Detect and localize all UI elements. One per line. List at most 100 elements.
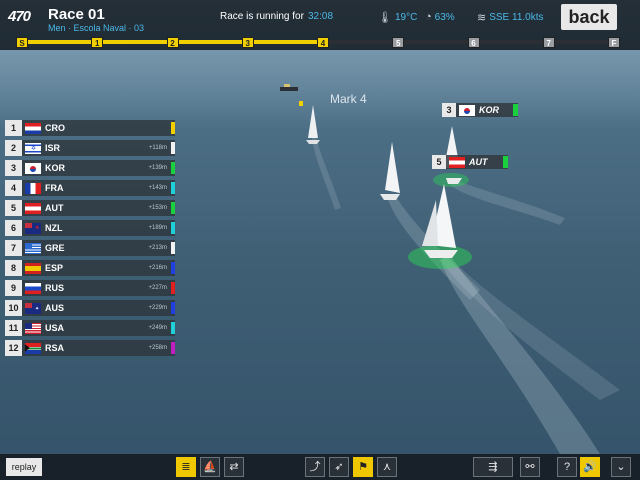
boat-compare-button[interactable]: ⇄ (224, 457, 244, 477)
race-subtitle: Men · Escola Naval · 03 (48, 23, 145, 33)
leaderboard-row[interactable]: 3 KOR +139m (5, 160, 175, 176)
track-mark-4: 4 (317, 37, 329, 48)
flag-usa-icon (25, 322, 41, 334)
leaderboard-row[interactable]: 12 RSA +258m (5, 340, 175, 356)
thermometer-icon: 🌡 (378, 12, 392, 24)
leaderboard-color-tab (171, 342, 175, 354)
leaderboard: 1 CRO 2 ✡ ISR +118m 3 KOR +139m 4 FRA +143m 5 AUT +153… (5, 120, 175, 360)
windsock-icon: ⚑ (358, 461, 368, 473)
sound-button[interactable]: 🔊 (580, 457, 600, 477)
leaderboard-gap: +249m (148, 325, 167, 331)
humidity-stat: ◔ 63% (425, 11, 455, 23)
leaderboard-row[interactable]: 7 GRE +213m (5, 240, 175, 256)
boat-wake (312, 136, 341, 210)
top-bar: 470 Race 01 Men · Escola Naval · 03 Race… (0, 0, 640, 50)
list-icon: ≣ (181, 461, 191, 473)
track-segment (18, 40, 94, 44)
leaderboard-gap: +229m (148, 305, 167, 311)
leaderboard-color-tab (171, 302, 175, 314)
leaderboard-position: 3 (5, 160, 22, 176)
boat-3 (380, 142, 400, 200)
boat-wake (450, 180, 565, 225)
leaderboard-position: 11 (5, 320, 22, 336)
leaderboard-gap: +216m (148, 265, 167, 271)
chevron-down-icon: ⌄ (616, 461, 626, 473)
flag-fra-icon (25, 182, 41, 194)
leaderboard-toggle-button[interactable]: ≣ (176, 457, 196, 477)
track-mark-f: F (608, 37, 620, 48)
follow-boat-icon: ⇶ (488, 461, 498, 473)
binoculars-icon: ⚯ (525, 461, 535, 473)
leaderboard-position: 6 (5, 220, 22, 236)
leaderboard-color-tab (171, 182, 175, 194)
running-label: Race is running for (220, 11, 304, 22)
leaderboard-position: 8 (5, 260, 22, 276)
race-progress-track: S 1 2 3 4 5 6 7 F (16, 37, 620, 48)
track-segment (469, 40, 545, 44)
leaderboard-gap: +227m (148, 285, 167, 291)
speaker-icon: 🔊 (583, 461, 597, 473)
track-segment (93, 40, 169, 44)
wind-value: SSE 11.0kts (489, 12, 544, 23)
leaderboard-row[interactable]: 4 FRA +143m (5, 180, 175, 196)
leaderboard-position: 1 (5, 120, 22, 136)
boat-tag-code: KOR (479, 105, 499, 115)
track-mark-6: 6 (467, 37, 480, 48)
wind-stat: ≋ SSE 11.0kts (477, 11, 544, 24)
leaderboard-country: ISR (45, 143, 61, 153)
leaderboard-country: NZL (45, 223, 63, 233)
leaderboard-row[interactable]: 11 USA +249m (5, 320, 175, 336)
follow-boat-button[interactable]: ⇶ (473, 457, 513, 477)
running-time: 32:08 (308, 11, 334, 22)
leaderboard-row[interactable]: 10 ✦ AUS +229m (5, 300, 175, 316)
track-mark-7: 7 (542, 37, 555, 48)
flag-esp-icon (25, 262, 41, 274)
track-segment (319, 40, 395, 44)
motorboat-cabin (284, 84, 290, 87)
boat-info-button[interactable]: ⛵ (200, 457, 220, 477)
leaderboard-position: 5 (5, 200, 22, 216)
windsock-view-button[interactable]: ⚑ (353, 457, 373, 477)
binoculars-button[interactable]: ⚯ (520, 457, 540, 477)
bottom-toolbar: replay ≣ ⛵ ⇄ ⤴ ➶ ⚑ ⋏ ⇶ ⚯? 🔊 ⌄ (0, 454, 640, 480)
leaderboard-color-tab (171, 322, 175, 334)
leaderboard-row[interactable]: 6 ★ NZL +189m (5, 220, 175, 236)
leaderboard-gap: +143m (148, 185, 167, 191)
leaderboard-row[interactable]: 9 RUS +227m (5, 280, 175, 296)
boat-info-icon: ⛵ (203, 461, 217, 473)
class-logo: 470 (8, 8, 31, 25)
leaderboard-color-tab (171, 162, 175, 174)
replay-button[interactable]: replay (6, 458, 42, 476)
leaderboard-position: 4 (5, 180, 22, 196)
wind-view-button[interactable]: ➶ (329, 457, 349, 477)
wind-icon: ≋ (477, 12, 487, 24)
leaderboard-row[interactable]: 1 CRO (5, 120, 175, 136)
wind-icon: ➶ (334, 461, 344, 473)
leaderboard-position: 9 (5, 280, 22, 296)
boat-tag-aut[interactable]: 5 AUT (432, 155, 508, 169)
course-view-button[interactable]: ⤴ (305, 457, 325, 477)
leaderboard-gap: +118m (148, 145, 167, 151)
leaderboard-gap: +153m (148, 205, 167, 211)
boat-tag-kor[interactable]: 3 KOR (442, 103, 518, 117)
leaderboard-row[interactable]: 5 AUT +153m (5, 200, 175, 216)
leaderboard-gap: +213m (148, 245, 167, 251)
boat-tag-color (503, 156, 508, 168)
leaderboard-country: KOR (45, 163, 65, 173)
leaderboard-row[interactable]: 8 ESP +216m (5, 260, 175, 276)
leaderboard-color-tab (171, 222, 175, 234)
track-mark-5: 5 (392, 37, 405, 48)
marks-view-button[interactable]: ⋏ (377, 457, 397, 477)
leaderboard-row[interactable]: 2 ✡ ISR +118m (5, 140, 175, 156)
flag-rus-icon (25, 282, 41, 294)
boat-tag-position: 5 (432, 155, 446, 169)
flag-kor-icon (25, 162, 41, 174)
help-button[interactable]: ? (557, 457, 577, 477)
back-button[interactable]: back (561, 4, 617, 30)
leaderboard-position: 12 (5, 340, 22, 356)
leaderboard-country: FRA (45, 183, 64, 193)
mark-label: Mark 4 (330, 92, 367, 106)
track-segment (168, 40, 244, 44)
race-title: Race 01 (48, 6, 105, 23)
collapse-button[interactable]: ⌄ (611, 457, 631, 477)
